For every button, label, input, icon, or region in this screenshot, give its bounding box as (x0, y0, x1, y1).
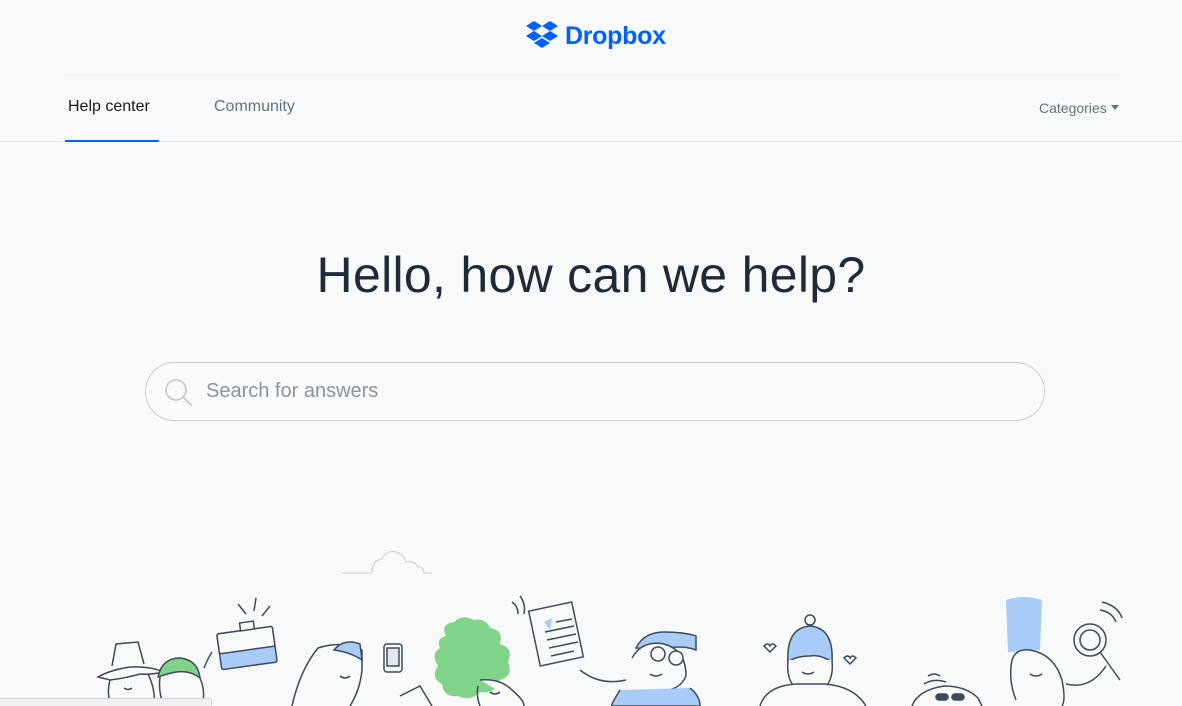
search-input[interactable] (206, 363, 1026, 420)
person-with-hat (96, 641, 167, 706)
page-title: Hello, how can we help? (316, 247, 866, 303)
site-header: Dropbox Help center Community Categories (0, 0, 1182, 142)
active-tab-indicator (65, 140, 159, 142)
person-with-magnifier (1006, 597, 1123, 706)
categories-dropdown[interactable]: Categories (1039, 100, 1119, 116)
dropbox-box-icon (526, 21, 558, 48)
caret-down-icon (1110, 104, 1119, 110)
categories-label: Categories (1039, 100, 1107, 116)
search-icon (165, 379, 192, 406)
tab-community[interactable]: Community (214, 98, 295, 116)
person-with-glasses (579, 631, 701, 706)
status-bar (0, 698, 212, 706)
tab-help-center[interactable]: Help center (68, 98, 150, 116)
person-with-beanie (759, 614, 867, 706)
person-blue-cap (291, 641, 433, 706)
document-icon (511, 595, 585, 667)
brand-name: Dropbox (565, 21, 666, 50)
tree-icon (434, 617, 525, 706)
camera-icon (216, 597, 278, 671)
cloud-icon (342, 551, 432, 574)
dropbox-logo[interactable]: Dropbox (526, 20, 666, 52)
page: Dropbox Help center Community Categories… (0, 0, 1182, 706)
people-illustration (96, 551, 1123, 706)
header-divider (64, 75, 1120, 76)
person-with-sunglasses (911, 673, 983, 706)
search-bar[interactable] (145, 362, 1045, 421)
